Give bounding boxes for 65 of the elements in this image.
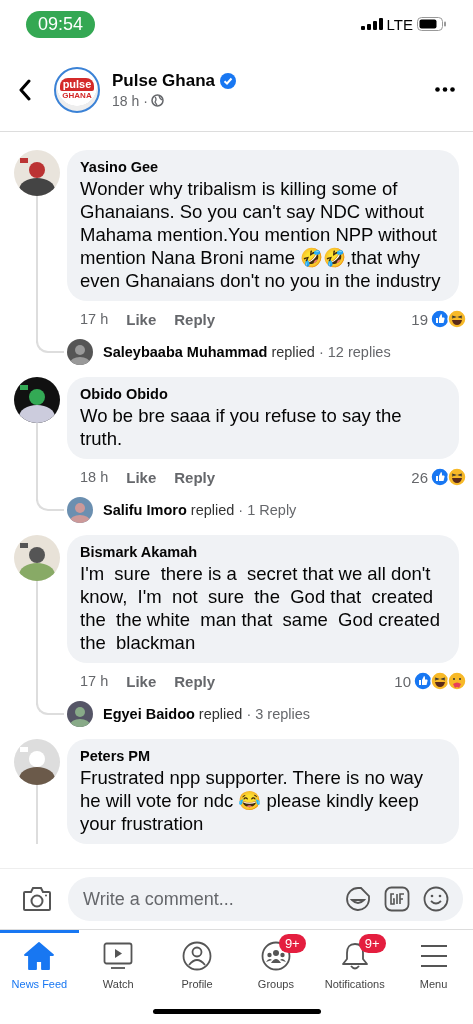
- comment-time: 18 h: [80, 469, 109, 485]
- replied-label: replied: [198, 706, 243, 722]
- post-time: 18 h ·: [112, 92, 148, 109]
- globe-icon: [150, 94, 164, 107]
- like-button[interactable]: Like: [126, 310, 157, 328]
- notification-badge: 9+: [278, 934, 306, 953]
- comment-author[interactable]: Peters PM: [80, 748, 446, 764]
- nav-tab[interactable]: Menu: [394, 930, 473, 998]
- comment-time: 17 h: [80, 311, 109, 327]
- reply-button[interactable]: Reply: [174, 672, 216, 690]
- reply-author[interactable]: Saleybaaba Muhammad: [103, 344, 268, 360]
- hugging-reaction-icon: [447, 671, 467, 691]
- replies-link[interactable]: · 1 Reply: [238, 502, 297, 518]
- comment-text: Wonder why tribalism is killing some of Ghanaians. So you can't say NDC without Mahama mention.You mention NPP without mention Nana Broni name 🤣🤣,that why even Ghanaians don't no you in the industry: [80, 177, 442, 292]
- sticker-icon[interactable]: [345, 886, 371, 912]
- page-name[interactable]: Pulse Ghana: [112, 70, 215, 91]
- camera-icon[interactable]: [22, 886, 52, 912]
- profile-icon: [182, 941, 213, 971]
- notification-badge: 9+: [358, 934, 386, 953]
- laughing-reaction-icon: [430, 671, 450, 691]
- nav-tab[interactable]: News Feed: [0, 930, 79, 998]
- nav-tab[interactable]: Watch: [78, 930, 158, 998]
- replies-link[interactable]: · 12 replies: [318, 344, 391, 360]
- comment-author[interactable]: Bismark Akamah: [80, 544, 446, 560]
- video-icon: [103, 942, 134, 970]
- status-time: 09:54: [26, 10, 96, 38]
- reaction-count: 19: [411, 310, 428, 328]
- laughing-reaction-icon: [447, 309, 467, 329]
- comment-author[interactable]: Obido Obido: [80, 386, 446, 402]
- comment-author[interactable]: Yasino Gee: [80, 159, 446, 175]
- like-reaction-icon: [430, 467, 450, 487]
- replies-link[interactable]: · 3 replies: [246, 706, 311, 722]
- nav-tab[interactable]: Profile: [157, 930, 237, 998]
- menu-icon: [419, 944, 448, 968]
- gif-icon[interactable]: [384, 886, 410, 912]
- signal-icon: [360, 18, 383, 30]
- nav-tab[interactable]: 9+ Groups: [236, 930, 316, 998]
- comment-time: 17 h: [80, 673, 109, 689]
- comment-box[interactable]: Write a comment...: [68, 877, 463, 921]
- comment-text: Wo be bre saaa if you refuse to say the truth.: [80, 404, 403, 450]
- nav-tab[interactable]: 9+ Notifications: [315, 930, 395, 998]
- comment-text: I'm sure there is a secret that we all don't know, I'm not sure the God that created the the white man that same God created the blackman: [80, 562, 441, 654]
- reply-button[interactable]: Reply: [174, 310, 216, 328]
- emoji-icon[interactable]: [423, 886, 449, 912]
- more-icon[interactable]: [435, 87, 455, 92]
- replied-label: replied: [190, 502, 235, 518]
- comment-text: Frustrated npp supporter. There is no way he will vote for ndc 😂 please kindly keep your frustration: [80, 766, 425, 835]
- home-icon: [24, 942, 55, 970]
- back-icon[interactable]: [18, 78, 32, 101]
- like-reaction-icon: [413, 671, 433, 691]
- reaction-count: 26: [411, 468, 428, 486]
- battery-icon: [417, 17, 447, 31]
- like-reaction-icon: [430, 309, 450, 329]
- reply-author[interactable]: Salifu Imoro: [103, 502, 187, 518]
- reaction-count: 10: [394, 672, 411, 690]
- reply-author[interactable]: Egyei Baidoo: [103, 706, 195, 722]
- replied-label: replied: [271, 344, 315, 360]
- like-button[interactable]: Like: [126, 468, 157, 486]
- page-logo: pulse GHANA: [54, 66, 100, 113]
- comment-field[interactable]: Write a comment...: [81, 887, 332, 911]
- network-label: LTE: [386, 15, 413, 33]
- like-button[interactable]: Like: [126, 672, 157, 690]
- thread-line: [36, 785, 38, 844]
- laughing-reaction-icon: [447, 467, 467, 487]
- reply-button[interactable]: Reply: [174, 468, 216, 486]
